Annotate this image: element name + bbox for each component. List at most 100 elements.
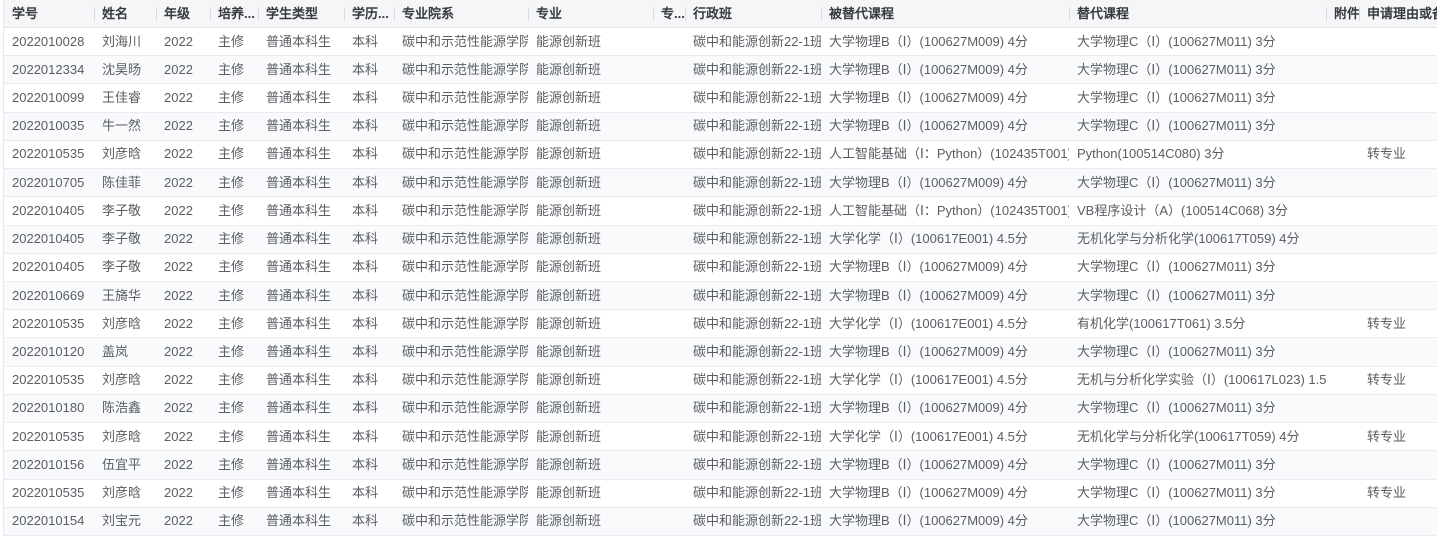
cell-cultivation: 主修 [210, 225, 258, 253]
cell-substitute_course: 大学物理C（Ⅰ）(100627M011) 3分 [1069, 28, 1326, 56]
cell-student_id: 2022010405 [4, 225, 94, 253]
cell-education: 本科 [344, 140, 394, 168]
cell-education: 本科 [344, 394, 394, 422]
table-row[interactable]: 2022010705陈佳菲2022主修普通本科生本科碳中和示范性能源学院能源创新… [4, 169, 1437, 197]
cell-education: 本科 [344, 197, 394, 225]
cell-admin_class: 碳中和能源创新22-1班 [685, 140, 821, 168]
cell-name: 盖岚 [94, 338, 156, 366]
cell-education: 本科 [344, 366, 394, 394]
cell-substitute_course: 大学物理C（Ⅰ）(100627M011) 3分 [1069, 394, 1326, 422]
column-header-cultivation[interactable]: 培养... [210, 0, 258, 28]
cell-student_id: 2022010535 [4, 423, 94, 451]
cell-major: 能源创新班 [528, 423, 653, 451]
cell-name: 王佳睿 [94, 84, 156, 112]
table-row[interactable]: 2022010535刘彦晗2022主修普通本科生本科碳中和示范性能源学院能源创新… [4, 141, 1437, 169]
cell-grade: 2022 [156, 28, 210, 56]
column-header-major[interactable]: 专业 [528, 0, 653, 28]
cell-substitute_course: 大学物理C（Ⅰ）(100627M011) 3分 [1069, 479, 1326, 507]
column-header-education[interactable]: 学历... [344, 0, 394, 28]
cell-name: 王旖华 [94, 282, 156, 310]
cell-cultivation: 主修 [210, 84, 258, 112]
cell-admin_class: 碳中和能源创新22-1班 [685, 423, 821, 451]
cell-admin_class: 碳中和能源创新22-1班 [685, 225, 821, 253]
column-header-admin_class[interactable]: 行政班 [685, 0, 821, 28]
cell-student_type: 普通本科生 [258, 197, 344, 225]
cell-admin_class: 碳中和能源创新22-1班 [685, 56, 821, 84]
column-header-attachment[interactable]: 附件 [1326, 0, 1359, 28]
cell-student_type: 普通本科生 [258, 253, 344, 281]
table-row[interactable]: 2022010035牛一然2022主修普通本科生本科碳中和示范性能源学院能源创新… [4, 113, 1437, 141]
column-header-major_extra[interactable]: 专... [653, 0, 685, 28]
column-header-name[interactable]: 姓名 [94, 0, 156, 28]
table-row[interactable]: 2022010535刘彦晗2022主修普通本科生本科碳中和示范性能源学院能源创新… [4, 480, 1437, 508]
table-row[interactable]: 2022010099王佳睿2022主修普通本科生本科碳中和示范性能源学院能源创新… [4, 84, 1437, 112]
table-header: 学号姓名年级培养...学生类型学历...专业院系专业专...行政班被替代课程替代… [4, 0, 1437, 28]
cell-student_id: 2022010120 [4, 338, 94, 366]
cell-student_type: 普通本科生 [258, 282, 344, 310]
cell-student_type: 普通本科生 [258, 140, 344, 168]
table-row[interactable]: 2022010535刘彦晗2022主修普通本科生本科碳中和示范性能源学院能源创新… [4, 423, 1437, 451]
table-row[interactable]: 2022010405李子敬2022主修普通本科生本科碳中和示范性能源学院能源创新… [4, 254, 1437, 282]
cell-education: 本科 [344, 56, 394, 84]
column-header-department[interactable]: 专业院系 [394, 0, 528, 28]
cell-education: 本科 [344, 112, 394, 140]
cell-replaced_course: 大学物理B（Ⅰ）(100627M009) 4分 [821, 282, 1069, 310]
cell-major: 能源创新班 [528, 394, 653, 422]
table-row[interactable]: 2022010180陈浩鑫2022主修普通本科生本科碳中和示范性能源学院能源创新… [4, 395, 1437, 423]
cell-grade: 2022 [156, 140, 210, 168]
cell-name: 刘彦晗 [94, 366, 156, 394]
cell-student_type: 普通本科生 [258, 338, 344, 366]
column-header-student_id[interactable]: 学号 [4, 0, 94, 28]
column-header-student_type[interactable]: 学生类型 [258, 0, 344, 28]
cell-replaced_course: 大学化学（Ⅰ）(100617E001) 4.5分 [821, 366, 1069, 394]
table-row[interactable]: 2022010156伍宜平2022主修普通本科生本科碳中和示范性能源学院能源创新… [4, 451, 1437, 479]
table-row[interactable]: 2022010535刘彦晗2022主修普通本科生本科碳中和示范性能源学院能源创新… [4, 367, 1437, 395]
cell-education: 本科 [344, 253, 394, 281]
cell-grade: 2022 [156, 169, 210, 197]
cell-student_id: 2022010535 [4, 479, 94, 507]
cell-education: 本科 [344, 310, 394, 338]
cell-name: 牛一然 [94, 112, 156, 140]
cell-admin_class: 碳中和能源创新22-1班 [685, 28, 821, 56]
cell-cultivation: 主修 [210, 366, 258, 394]
table-row[interactable]: 2022010120盖岚2022主修普通本科生本科碳中和示范性能源学院能源创新班… [4, 338, 1437, 366]
cell-name: 刘海川 [94, 28, 156, 56]
cell-name: 沈昊旸 [94, 56, 156, 84]
column-header-reason[interactable]: 申请理由或备注 [1359, 0, 1437, 28]
cell-cultivation: 主修 [210, 169, 258, 197]
cell-grade: 2022 [156, 507, 210, 535]
cell-department: 碳中和示范性能源学院 [394, 225, 528, 253]
cell-replaced_course: 大学物理B（Ⅰ）(100627M009) 4分 [821, 253, 1069, 281]
cell-student_id: 2022010405 [4, 253, 94, 281]
cell-cultivation: 主修 [210, 310, 258, 338]
column-header-grade[interactable]: 年级 [156, 0, 210, 28]
cell-student_type: 普通本科生 [258, 84, 344, 112]
cell-student_type: 普通本科生 [258, 423, 344, 451]
table-row[interactable]: 2022010405李子敬2022主修普通本科生本科碳中和示范性能源学院能源创新… [4, 197, 1437, 225]
table-row[interactable]: 2022012334沈昊旸2022主修普通本科生本科碳中和示范性能源学院能源创新… [4, 56, 1437, 84]
cell-department: 碳中和示范性能源学院 [394, 140, 528, 168]
cell-reason: 转专业 [1359, 310, 1437, 338]
cell-grade: 2022 [156, 84, 210, 112]
cell-reason: 转专业 [1359, 479, 1437, 507]
cell-student_id: 2022010405 [4, 197, 94, 225]
table-row[interactable]: 2022010405李子敬2022主修普通本科生本科碳中和示范性能源学院能源创新… [4, 226, 1437, 254]
table-row[interactable]: 2022010028刘海川2022主修普通本科生本科碳中和示范性能源学院能源创新… [4, 28, 1437, 56]
table-row[interactable]: 2022010535刘彦晗2022主修普通本科生本科碳中和示范性能源学院能源创新… [4, 310, 1437, 338]
table-row[interactable]: 2022010154刘宝元2022主修普通本科生本科碳中和示范性能源学院能源创新… [4, 508, 1437, 536]
cell-department: 碳中和示范性能源学院 [394, 253, 528, 281]
cell-cultivation: 主修 [210, 56, 258, 84]
cell-department: 碳中和示范性能源学院 [394, 28, 528, 56]
column-header-replaced_course[interactable]: 被替代课程 [821, 0, 1069, 28]
table-row[interactable]: 2022010669王旖华2022主修普通本科生本科碳中和示范性能源学院能源创新… [4, 282, 1437, 310]
cell-major: 能源创新班 [528, 366, 653, 394]
cell-name: 李子敬 [94, 225, 156, 253]
column-header-substitute_course[interactable]: 替代课程 [1069, 0, 1326, 28]
cell-admin_class: 碳中和能源创新22-1班 [685, 253, 821, 281]
cell-grade: 2022 [156, 310, 210, 338]
cell-department: 碳中和示范性能源学院 [394, 507, 528, 535]
cell-major: 能源创新班 [528, 84, 653, 112]
cell-student_id: 2022010535 [4, 140, 94, 168]
cell-replaced_course: 大学物理B（Ⅰ）(100627M009) 4分 [821, 56, 1069, 84]
cell-student_id: 2022010156 [4, 451, 94, 479]
